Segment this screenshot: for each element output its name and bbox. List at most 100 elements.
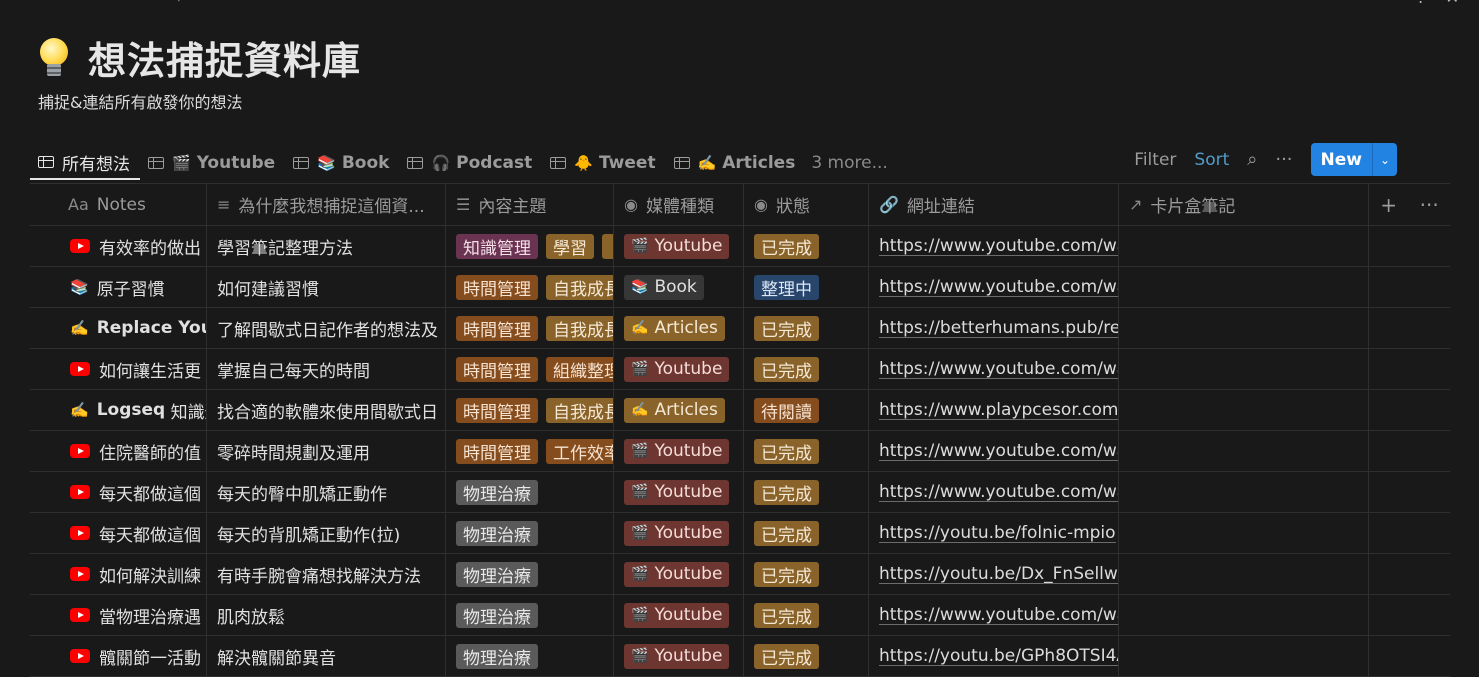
lightbulb-icon[interactable] bbox=[34, 36, 74, 80]
table-row[interactable]: 每天都做這個 每天的背肌矯正動作(拉) 物理治療 🎬 Youtube 已完成 https:/… bbox=[30, 513, 1450, 554]
tab-podcast[interactable]: 🎧 Podcast bbox=[399, 146, 542, 180]
column-header-why[interactable]: ≡ 為什麼我想捕捉這個資... bbox=[207, 184, 446, 225]
cell-why[interactable]: 肌肉放鬆 bbox=[207, 595, 446, 635]
cell-url[interactable]: https://www.playpcesor.com/20 bbox=[869, 390, 1119, 430]
cell-why[interactable]: 學習筆記整理方法 bbox=[207, 226, 446, 266]
cell-status[interactable]: 已完成 bbox=[744, 349, 869, 389]
cell-notes[interactable]: 📚 原子習慣 bbox=[30, 267, 207, 307]
cell-url[interactable]: https://www.youtube.com/watc bbox=[869, 431, 1119, 471]
table-row[interactable]: 有效率的做出 學習筆記整理方法 知識管理 學習 🎬 Youtube 已完成 https://w… bbox=[30, 226, 1450, 267]
cell-topic[interactable]: 時間管理組織整理 bbox=[446, 349, 614, 389]
cell-status[interactable]: 已完成 bbox=[744, 595, 869, 635]
sort-button[interactable]: Sort bbox=[1194, 150, 1229, 170]
cell-url[interactable]: https://www.youtube.com/watc bbox=[869, 226, 1119, 266]
table-row[interactable]: 📚 原子習慣 如何建議習慣時間管理自我成長 📚 Book 整理中 https://www.y… bbox=[30, 267, 1450, 308]
cell-media[interactable]: ✍️ Articles bbox=[614, 308, 744, 348]
cell-topic[interactable]: 物理治療 bbox=[446, 636, 614, 676]
cell-status[interactable]: 已完成 bbox=[744, 513, 869, 553]
cell-url[interactable]: https://youtu.be/folnic-mpio bbox=[869, 513, 1119, 553]
cell-media[interactable]: 🎬 Youtube bbox=[614, 431, 744, 471]
more-views-button[interactable]: 3 more... bbox=[811, 153, 887, 173]
cell-why[interactable]: 每天的背肌矯正動作(拉) bbox=[207, 513, 446, 553]
tab-tweet[interactable]: 🐥 Tweet bbox=[542, 146, 665, 180]
cell-url[interactable]: https://www.youtube.com/watc bbox=[869, 472, 1119, 512]
cell-url[interactable]: https://youtu.be/GPh8OTSI4A4 bbox=[869, 636, 1119, 676]
tab-youtube[interactable]: 🎬 Youtube bbox=[140, 146, 285, 180]
column-header-notes[interactable]: Aa Notes bbox=[30, 184, 207, 225]
chevron-down-icon[interactable]: ⌄ bbox=[1372, 143, 1397, 176]
url-link[interactable]: https://www.youtube.com/watc bbox=[879, 606, 1118, 625]
cell-card[interactable] bbox=[1119, 308, 1369, 348]
cell-card[interactable] bbox=[1119, 431, 1369, 471]
column-header-status[interactable]: ◉ 狀態 bbox=[744, 184, 869, 225]
url-link[interactable]: https://www.youtube.com/watc bbox=[879, 278, 1118, 297]
cell-status[interactable]: 已完成 bbox=[744, 554, 869, 594]
url-link[interactable]: https://betterhumans.pub/repla bbox=[879, 319, 1118, 338]
url-link[interactable]: https://www.youtube.com/watc bbox=[879, 360, 1118, 379]
cell-notes[interactable]: ✍️ Replace Your bbox=[30, 308, 207, 348]
page-title[interactable]: 想法捕捉資料庫 bbox=[88, 30, 361, 85]
cell-why[interactable]: 解決髖關節異音 bbox=[207, 636, 446, 676]
cell-notes[interactable]: 住院醫師的值 bbox=[30, 431, 207, 471]
cell-topic[interactable]: 時間管理工作效率 bbox=[446, 431, 614, 471]
cell-card[interactable] bbox=[1119, 636, 1369, 676]
cell-media[interactable]: 📚 Book bbox=[614, 267, 744, 307]
cell-media[interactable]: 🎬 Youtube bbox=[614, 636, 744, 676]
tab-book[interactable]: 📚 Book bbox=[285, 146, 399, 180]
cell-card[interactable] bbox=[1119, 554, 1369, 594]
cell-notes[interactable]: 當物理治療遇 bbox=[30, 595, 207, 635]
cell-media[interactable]: 🎬 Youtube bbox=[614, 595, 744, 635]
cell-status[interactable]: 已完成 bbox=[744, 636, 869, 676]
cell-topic[interactable]: 物理治療 bbox=[446, 472, 614, 512]
cell-url[interactable]: https://www.youtube.com/watc bbox=[869, 595, 1119, 635]
tab-all-ideas[interactable]: 所有想法 bbox=[30, 146, 140, 180]
cell-url[interactable]: https://www.youtube.com/watc bbox=[869, 349, 1119, 389]
cell-card[interactable] bbox=[1119, 226, 1369, 266]
column-header-media[interactable]: ◉ 媒體種類 bbox=[614, 184, 744, 225]
url-link[interactable]: https://youtu.be/GPh8OTSI4A4 bbox=[879, 647, 1118, 666]
cell-url[interactable]: https://www.youtube.com/watc bbox=[869, 267, 1119, 307]
filter-button[interactable]: Filter bbox=[1134, 150, 1176, 170]
cell-card[interactable] bbox=[1119, 513, 1369, 553]
cell-status[interactable]: 已完成 bbox=[744, 226, 869, 266]
url-link[interactable]: https://www.playpcesor.com/20 bbox=[879, 401, 1118, 420]
cell-media[interactable]: 🎬 Youtube bbox=[614, 554, 744, 594]
column-header-topic[interactable]: ☰ 內容主題 bbox=[446, 184, 614, 225]
column-header-url[interactable]: 🔗 網址連結 bbox=[869, 184, 1119, 225]
table-row[interactable]: 如何讓生活更掌握自己每天的時間時間管理組織整理 🎬 Youtube 已完成 https:… bbox=[30, 349, 1450, 390]
cell-why[interactable]: 掌握自己每天的時間 bbox=[207, 349, 446, 389]
cell-notes[interactable]: 有效率的做出 bbox=[30, 226, 207, 266]
more-options-icon[interactable]: ··· bbox=[1275, 149, 1292, 170]
cell-status[interactable]: 已完成 bbox=[744, 472, 869, 512]
cell-why[interactable]: 每天的臀中肌矯正動作 bbox=[207, 472, 446, 512]
cell-card[interactable] bbox=[1119, 267, 1369, 307]
more-icon[interactable]: ··· bbox=[1420, 193, 1439, 217]
cell-topic[interactable]: 時間管理自我成長 bbox=[446, 308, 614, 348]
cell-card[interactable] bbox=[1119, 349, 1369, 389]
cell-status[interactable]: 整理中 bbox=[744, 267, 869, 307]
url-link[interactable]: https://www.youtube.com/watc bbox=[879, 442, 1118, 461]
breadcrumb[interactable]: ‹ › / bbox=[60, 0, 183, 4]
search-icon[interactable]: ⌕ bbox=[1247, 149, 1257, 170]
cell-topic[interactable]: 物理治療 bbox=[446, 513, 614, 553]
cell-media[interactable]: 🎬 Youtube bbox=[614, 472, 744, 512]
new-button[interactable]: New bbox=[1310, 143, 1372, 176]
cell-media[interactable]: 🎬 Youtube bbox=[614, 513, 744, 553]
cell-topic[interactable]: 物理治療 bbox=[446, 595, 614, 635]
cell-why[interactable]: 有時手腕會痛想找解決方法 bbox=[207, 554, 446, 594]
cell-status[interactable]: 已完成 bbox=[744, 431, 869, 471]
cell-topic[interactable]: 知識管理 學習 bbox=[446, 226, 614, 266]
page-subtitle[interactable]: 捕捉&連結所有啟發你的想法 bbox=[38, 89, 242, 113]
table-row[interactable]: ✍️ Replace Your了解間歇式日記作者的想法及時間管理自我成長 ✍️ Art… bbox=[30, 308, 1450, 349]
url-link[interactable]: https://www.youtube.com/watc bbox=[879, 483, 1118, 502]
cell-why[interactable]: 了解間歇式日記作者的想法及 bbox=[207, 308, 446, 348]
cell-media[interactable]: 🎬 Youtube bbox=[614, 226, 744, 266]
table-row[interactable]: 住院醫師的值零碎時間規劃及運用時間管理工作效率 🎬 Youtube 已完成 https:… bbox=[30, 431, 1450, 472]
cell-notes[interactable]: ✍️ Logseq 知識通 bbox=[30, 390, 207, 430]
cell-why[interactable]: 零碎時間規劃及運用 bbox=[207, 431, 446, 471]
cell-card[interactable] bbox=[1119, 390, 1369, 430]
cell-topic[interactable]: 物理治療 bbox=[446, 554, 614, 594]
table-row[interactable]: 如何解決訓練 有時手腕會痛想找解決方法 物理治療 🎬 Youtube 已完成 https:/… bbox=[30, 554, 1450, 595]
cell-media[interactable]: 🎬 Youtube bbox=[614, 349, 744, 389]
url-link[interactable]: https://youtu.be/folnic-mpio bbox=[879, 524, 1116, 543]
